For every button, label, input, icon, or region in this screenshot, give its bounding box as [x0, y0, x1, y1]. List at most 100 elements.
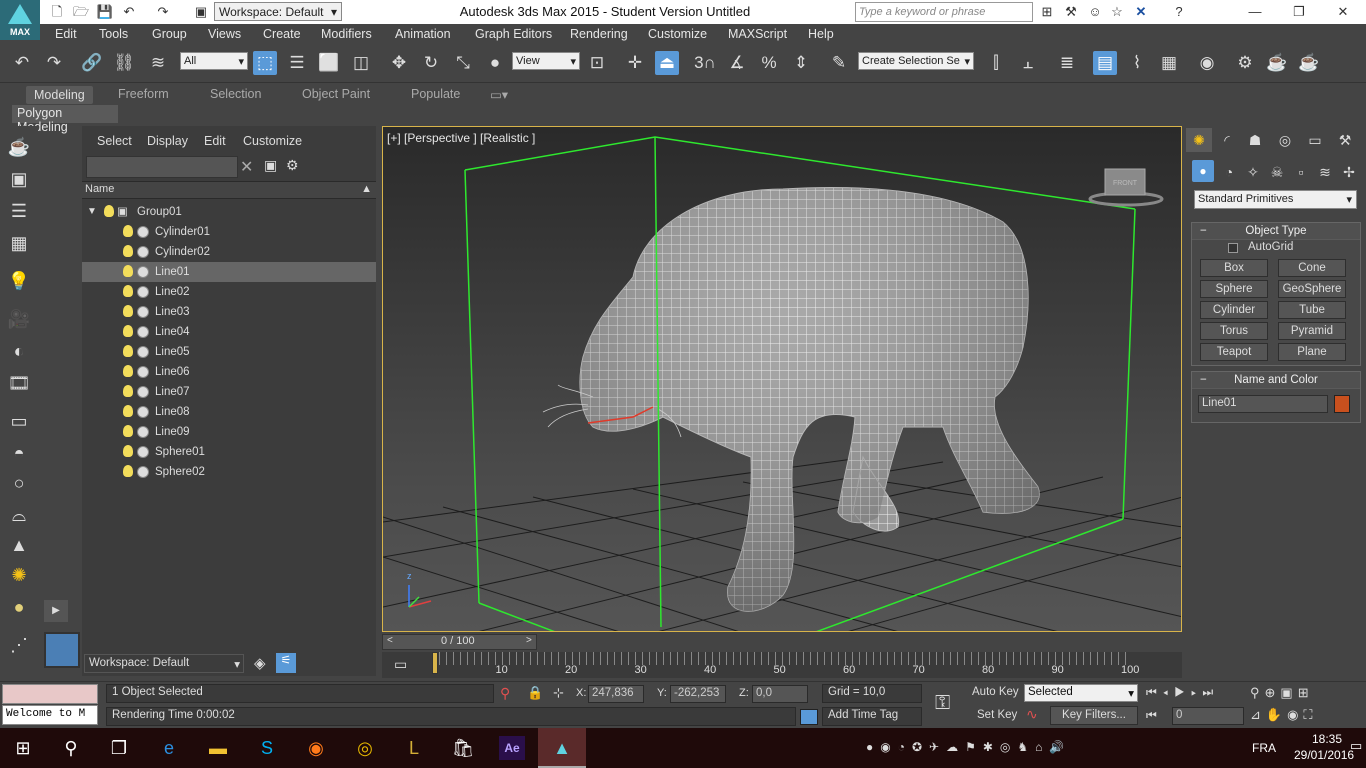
teapot-icon[interactable]: ☕ [6, 134, 32, 160]
bulb-icon[interactable] [123, 225, 133, 237]
cameras-icon[interactable]: ☠ [1264, 160, 1290, 184]
tree-item[interactable]: Line08 [82, 402, 376, 422]
polygon-modeling-panel[interactable]: Polygon Modeling [12, 105, 118, 134]
expand-arrow-icon[interactable]: ▶ [44, 600, 68, 622]
key-filters-button[interactable]: Key Filters... [1050, 706, 1138, 725]
menu-customize[interactable]: Customize [648, 27, 707, 41]
primitive-button-pyramid[interactable]: Pyramid [1278, 322, 1346, 340]
scale-icon[interactable]: ⤡ [451, 51, 475, 75]
bulb-icon[interactable] [123, 265, 133, 277]
cone-icon[interactable]: ▲ [6, 532, 32, 558]
perspective-viewport[interactable]: FRONT z [+] [Perspective ] [Realistic ] [382, 126, 1182, 632]
tree-item[interactable]: Line07 [82, 382, 376, 402]
workspace-dropdown[interactable]: Workspace: Default ▾ [214, 2, 342, 21]
explorer-menu-select[interactable]: Select [97, 134, 132, 148]
geometry-icon[interactable]: ● [1192, 160, 1214, 182]
toggle-ribbon-icon[interactable]: ▤ [1093, 51, 1117, 75]
name-and-color-header[interactable]: − Name and Color [1192, 372, 1360, 389]
maxscript-listener-top[interactable] [2, 684, 98, 704]
grid-icon[interactable]: ⋰ [6, 632, 32, 658]
tree-item[interactable]: Cylinder02 [82, 242, 376, 262]
mirror-icon[interactable]: ⫿ [984, 51, 1008, 75]
hierarchy-tab-icon[interactable]: ☗ [1242, 128, 1268, 152]
object-name-field[interactable]: Line01 [1198, 395, 1328, 413]
motion-tab-icon[interactable]: ◎ [1272, 128, 1298, 152]
skype-icon[interactable]: S [254, 736, 280, 760]
primitive-button-sphere[interactable]: Sphere [1200, 280, 1268, 298]
layer-manager-icon[interactable]: ≣ [1055, 51, 1079, 75]
primitive-button-teapot[interactable]: Teapot [1200, 343, 1268, 361]
explorer-menu-edit[interactable]: Edit [204, 134, 226, 148]
ribbon-options-icon[interactable]: ▭▾ [490, 87, 508, 102]
placement-icon[interactable]: ● [483, 51, 507, 75]
isolate-icon[interactable]: ⚲ [500, 685, 510, 702]
menu-tools[interactable]: Tools [99, 27, 128, 41]
store-icon[interactable]: 🛍 [450, 736, 476, 760]
geosphere-icon[interactable]: ● [6, 594, 32, 620]
move-icon[interactable]: ✥ [387, 51, 411, 75]
track-bar[interactable]: ▭ 10 20 30 40 50 60 70 80 90 100 [382, 652, 1182, 678]
save-icon[interactable]: 💾 [96, 3, 114, 20]
app-logo[interactable]: MAX [0, 0, 40, 40]
bulb-icon[interactable] [123, 425, 133, 437]
primitive-button-box[interactable]: Box [1200, 259, 1268, 277]
time-slider-handle[interactable] [432, 652, 438, 674]
project-folder-icon[interactable]: ▣ [192, 3, 210, 20]
viewport-label[interactable]: [+] [Perspective ] [Realistic ] [387, 131, 535, 145]
time-tag-icon[interactable] [800, 709, 818, 725]
menu-group[interactable]: Group [152, 27, 187, 41]
tree-item[interactable]: Sphere01 [82, 442, 376, 462]
add-time-tag[interactable]: Add Time Tag [822, 707, 922, 726]
autogrid-checkbox[interactable] [1228, 243, 1238, 253]
league-icon[interactable]: L [401, 736, 427, 760]
bulb-icon[interactable] [123, 245, 133, 257]
after-effects-icon[interactable]: Ae [499, 736, 525, 760]
key-icon[interactable]: ⚿ [935, 692, 950, 715]
taskbar-3dsmax-active[interactable]: ▲ [538, 728, 586, 768]
shape-icon[interactable]: ▭ [6, 408, 32, 434]
binoculars-icon[interactable]: ⊞ [1038, 3, 1056, 20]
tree-item[interactable]: Line03 [82, 302, 376, 322]
material-editor-icon[interactable]: ◉ [1195, 51, 1219, 75]
lock-icon[interactable]: 🔒 [527, 685, 543, 701]
key-tangent-icon[interactable]: ∿ [1026, 706, 1038, 723]
percent-snap-icon[interactable]: % [757, 51, 781, 75]
spinner-snap-icon[interactable]: ⇕ [789, 51, 813, 75]
snap-toggle-icon[interactable]: 3∩ [693, 51, 717, 75]
tree-item[interactable]: Sphere02 [82, 462, 376, 482]
menu-create[interactable]: Create [263, 27, 301, 41]
object-type-header[interactable]: − Object Type [1192, 223, 1360, 240]
favorites-icon[interactable]: ☆ [1108, 3, 1126, 20]
tree-item[interactable]: Line02 [82, 282, 376, 302]
menu-edit[interactable]: Edit [55, 27, 77, 41]
open-file-icon[interactable]: 🗁 [72, 3, 90, 20]
clear-icon[interactable]: ✕ [240, 157, 253, 177]
dome-icon[interactable]: ◓ [6, 440, 32, 466]
bind-space-warp-icon[interactable]: ≋ [146, 51, 170, 75]
menu-maxscript[interactable]: MAXScript [728, 27, 787, 41]
rectangular-selection-icon[interactable]: ⬜ [317, 51, 341, 75]
tree-item[interactable]: Line01 [82, 262, 376, 282]
rotate-icon[interactable]: ↻ [419, 51, 443, 75]
name-column-header[interactable]: Name ▲ [82, 181, 376, 199]
menu-rendering[interactable]: Rendering [570, 27, 628, 41]
utilities-tab-icon[interactable]: ⚒ [1332, 128, 1358, 152]
bulb-icon[interactable] [123, 405, 133, 417]
tree-group[interactable]: ▼ ▣ Group01 [82, 202, 376, 222]
helper-icon[interactable]: ◐ [6, 338, 32, 364]
clock-date[interactable]: 29/01/2016 [1294, 748, 1354, 762]
edge-icon[interactable]: e [156, 736, 182, 760]
systems-icon[interactable]: ✢ [1336, 160, 1362, 184]
firefox-icon[interactable]: ◉ [303, 736, 329, 760]
tree-item[interactable]: Line06 [82, 362, 376, 382]
shapes-icon[interactable]: ◔ [1216, 160, 1242, 184]
viewcube[interactable]: FRONT [1088, 168, 1164, 207]
chrome-icon[interactable]: ◎ [352, 736, 378, 760]
window-crossing-icon[interactable]: ◫ [349, 51, 373, 75]
menu-animation[interactable]: Animation [395, 27, 451, 41]
align-icon[interactable]: ⫠ [1016, 51, 1040, 75]
rendered-frame-window-icon[interactable]: ☕ [1265, 51, 1289, 75]
modify-tab-icon[interactable]: ◜ [1214, 128, 1240, 152]
search-input[interactable]: Type a keyword or phrase [855, 2, 1033, 22]
tab-freeform[interactable]: Freeform [118, 87, 169, 101]
